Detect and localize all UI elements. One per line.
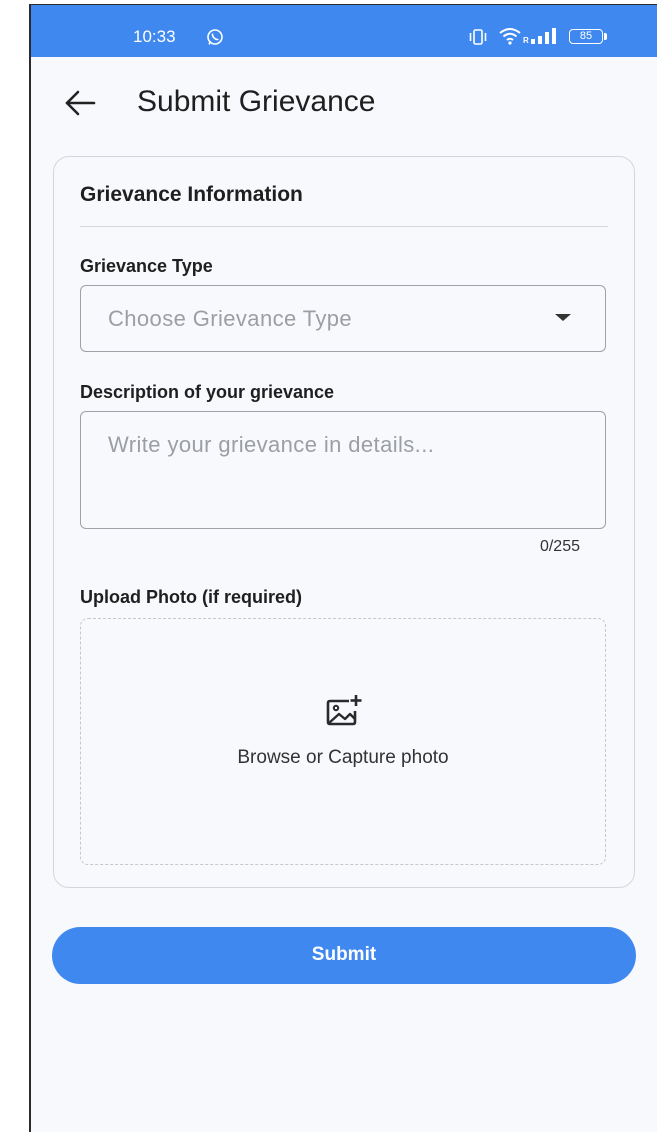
upload-prompt: Browse or Capture photo bbox=[237, 747, 449, 768]
submit-button[interactable]: Submit bbox=[52, 927, 636, 984]
back-arrow-icon[interactable] bbox=[63, 89, 97, 117]
vibrate-icon bbox=[469, 29, 487, 45]
whatsapp-icon bbox=[207, 29, 223, 45]
section-divider bbox=[80, 226, 608, 227]
character-counter: 0/255 bbox=[539, 538, 580, 555]
page-title: Submit Grievance bbox=[137, 85, 376, 118]
signal-icon bbox=[531, 28, 556, 44]
network-type-label: R bbox=[523, 36, 529, 45]
grievance-info-card: Grievance Information Grievance Type Cho… bbox=[53, 156, 635, 888]
status-bar: 10:33 R 85 bbox=[31, 5, 657, 57]
grievance-type-placeholder: Choose Grievance Type bbox=[108, 306, 353, 331]
wifi-icon bbox=[499, 28, 521, 45]
grievance-type-select[interactable]: Choose Grievance Type bbox=[80, 285, 606, 352]
photo-upload-area[interactable]: Browse or Capture photo bbox=[80, 618, 606, 865]
dropdown-caret-icon bbox=[555, 314, 571, 321]
battery-level: 85 bbox=[579, 30, 593, 42]
description-label: Description of your grievance bbox=[80, 382, 335, 402]
description-textarea[interactable]: Write your grievance in details... bbox=[80, 411, 606, 529]
section-title: Grievance Information bbox=[80, 183, 303, 206]
grievance-type-label: Grievance Type bbox=[80, 256, 213, 276]
submit-label: Submit bbox=[311, 944, 377, 965]
add-photo-icon bbox=[326, 695, 362, 726]
battery-icon: 85 bbox=[569, 29, 609, 45]
description-placeholder: Write your grievance in details... bbox=[108, 432, 435, 457]
status-time: 10:33 bbox=[133, 27, 176, 46]
app-screen: 10:33 R 85 Submit Grievance Grievance In… bbox=[29, 4, 657, 1132]
upload-photo-label: Upload Photo (if required) bbox=[80, 587, 302, 607]
